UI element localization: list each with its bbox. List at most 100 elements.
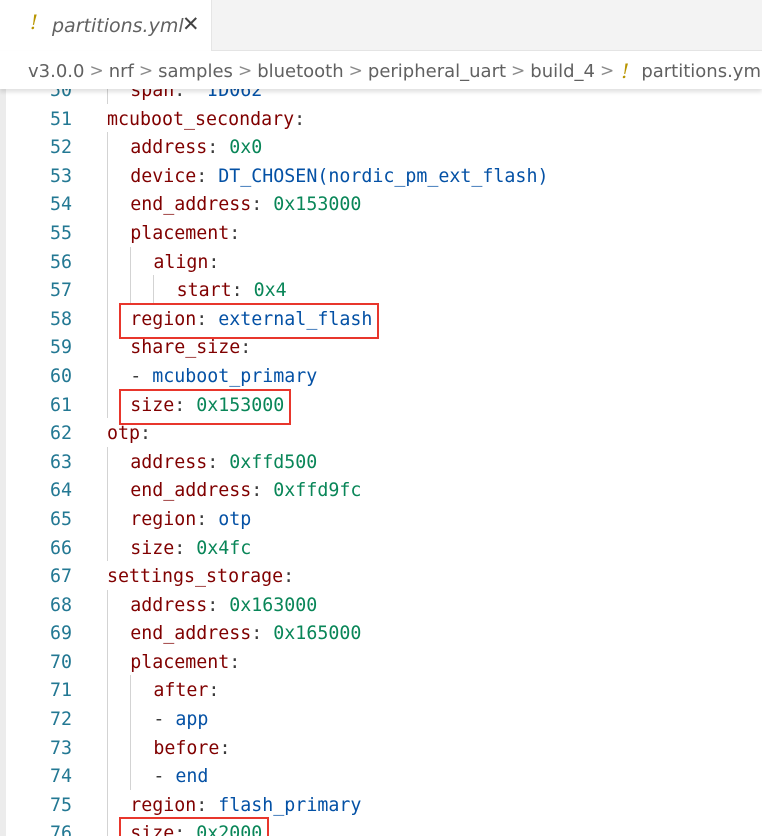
code-text: - mcuboot_primary [130, 366, 317, 387]
code-lines: 50 span: 'ID062' 51 mcuboot_secondary: 52 add… [6, 89, 762, 836]
yaml-value: flash_primary [218, 794, 362, 816]
code-line[interactable]: 63 address: 0xffd500 [6, 446, 762, 476]
code-line[interactable]: 53 device: DT_CHOSEN(nordic_pm_ext_flash) [6, 160, 762, 190]
indent-guide [107, 675, 108, 705]
yaml-key: address [130, 451, 208, 473]
yaml-key: address [130, 137, 208, 159]
indent-guide [130, 732, 132, 762]
indent-guide [130, 275, 132, 304]
tab-bar: ! partitions.yml ✕ [0, 0, 762, 51]
yaml-key: end_address [130, 194, 252, 216]
yaml-key: size [130, 537, 175, 559]
line-number: 75 [49, 794, 72, 816]
code-text: - app [153, 709, 208, 730]
indent-guide [107, 389, 108, 419]
code-line[interactable]: 51 mcuboot_secondary: [6, 104, 762, 133]
yaml-colon: : [229, 222, 241, 244]
line-number: 76 [49, 823, 72, 836]
yaml-key: address [130, 594, 208, 616]
breadcrumb-item[interactable]: build_4 [530, 61, 595, 82]
code-line[interactable]: 74 - end [6, 761, 762, 790]
yaml-value: 0x153000 [273, 194, 362, 216]
code-line[interactable]: 61 size: 0x153000 [6, 388, 762, 425]
breadcrumb-item[interactable]: v3.0.0 [28, 61, 84, 82]
code-line[interactable]: 65 region: otp [6, 503, 762, 533]
line-number: 61 [49, 394, 72, 416]
indent-guide [130, 675, 132, 705]
yaml-value: 0x4fc [196, 537, 252, 559]
indent-guide [130, 704, 132, 733]
indent-guide [107, 89, 108, 104]
indent-guide [107, 761, 108, 790]
code-text: end_address: 0x153000 [130, 194, 361, 215]
line-number: 66 [49, 537, 72, 559]
yaml-file-icon: ! [621, 59, 630, 83]
yaml-key: end_address [130, 623, 252, 645]
breadcrumb-item[interactable]: samples [158, 61, 233, 82]
code-line[interactable]: 57 start: 0x4 [6, 275, 762, 304]
code-text: share_size: [130, 337, 251, 358]
code-line[interactable]: 73 before: [6, 732, 762, 762]
breadcrumb-item[interactable]: bluetooth [257, 61, 343, 82]
code-line[interactable]: 62 otp: [6, 418, 762, 447]
line-number: 67 [49, 566, 72, 588]
chevron-right-icon: > [511, 61, 526, 81]
code-line[interactable]: 59 share_size: [6, 332, 762, 361]
code-line[interactable]: 64 end_address: 0xffd9fc [6, 475, 762, 504]
code-line[interactable]: 67 settings_storage: [6, 561, 762, 590]
yaml-colon: : [240, 337, 252, 359]
code-line[interactable]: 70 placement: [6, 646, 762, 676]
yaml-value: 0x0 [229, 137, 263, 159]
breadcrumb-item[interactable]: nrf [109, 61, 134, 82]
indent-guide [107, 275, 108, 304]
breadcrumb-file[interactable]: partitions.yml [641, 61, 762, 82]
code-text: end_address: 0x165000 [130, 623, 361, 644]
yaml-key: span [130, 89, 175, 101]
code-line[interactable]: 56 align: [6, 246, 762, 276]
line-number: 55 [49, 222, 72, 244]
yaml-key: settings_storage [107, 566, 284, 588]
breadcrumb-row: v3.0.0 > nrf > samples > bluetooth > peripheral_… [28, 59, 762, 83]
code-line[interactable]: 69 end_address: 0x165000 [6, 618, 762, 647]
code-text: otp: [107, 423, 151, 444]
line-number: 70 [49, 651, 72, 673]
breadcrumb-item[interactable]: peripheral_uart [368, 61, 506, 82]
chevron-right-icon: > [89, 61, 104, 81]
line-number: 51 [49, 108, 72, 130]
yaml-value: 0xffd9fc [273, 480, 362, 502]
line-number: 65 [49, 508, 72, 530]
code-line[interactable]: 71 after: [6, 675, 762, 705]
code-line[interactable]: 76 size: 0x2000 [6, 817, 762, 836]
indent-guide [107, 132, 108, 161]
code-line[interactable]: 54 end_address: 0x153000 [6, 189, 762, 218]
code-line[interactable]: 68 address: 0x163000 [6, 589, 762, 619]
yaml-key: share_size [130, 337, 241, 359]
code-editor[interactable]: 50 span: 'ID062' 51 mcuboot_secondary: 52 add… [6, 89, 762, 836]
line-number: 74 [49, 766, 72, 788]
indent-guide [107, 303, 108, 333]
code-line[interactable]: 55 placement: [6, 217, 762, 247]
breadcrumb: v3.0.0 > nrf > samples > bluetooth > peripheral_… [0, 51, 762, 89]
yaml-colon: : [196, 308, 208, 330]
code-line[interactable]: 66 size: 0x4fc [6, 532, 762, 562]
indent-guide [107, 360, 108, 390]
code-line[interactable]: 72 - app [6, 704, 762, 733]
code-line[interactable]: 75 region: flash_primary [6, 789, 762, 819]
tab-partitions-yml[interactable]: ! partitions.yml ✕ [0, 0, 212, 51]
indent-guide [107, 475, 108, 504]
line-number: 60 [49, 365, 72, 387]
code-line[interactable]: 52 address: 0x0 [6, 132, 762, 161]
line-number: 64 [49, 480, 72, 502]
code-line[interactable]: 60 - mcuboot_primary [6, 360, 762, 390]
close-icon[interactable]: ✕ [182, 12, 200, 36]
line-number: 52 [49, 137, 72, 159]
indent-guide [107, 246, 108, 276]
code-text: placement: [130, 223, 240, 244]
chevron-right-icon: > [600, 61, 615, 81]
line-number: 63 [49, 451, 72, 473]
yaml-key: region [130, 508, 197, 530]
code-line[interactable]: 58 region: external_flash [6, 302, 762, 339]
yaml-colon: : [251, 194, 263, 216]
code-line[interactable]: 50 span: 'ID062' [6, 89, 762, 104]
line-number: 59 [49, 337, 72, 359]
